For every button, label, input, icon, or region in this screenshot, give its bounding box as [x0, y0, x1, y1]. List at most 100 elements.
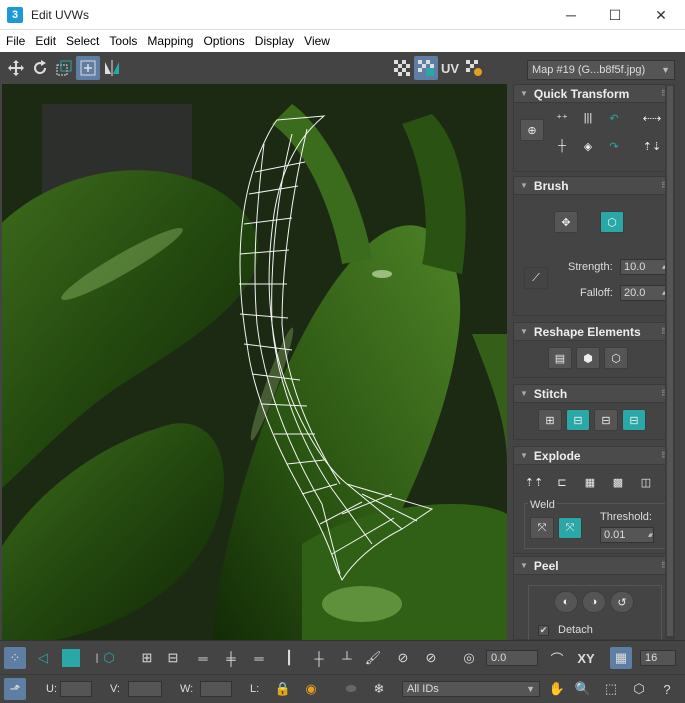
edge-mode-icon[interactable]: ◁	[32, 647, 54, 669]
menu-edit[interactable]: Edit	[31, 34, 60, 48]
paint-shrink-icon[interactable]: ⊘	[420, 647, 442, 669]
grid-snap-icon[interactable]: ▦	[610, 647, 632, 669]
freeze-icon[interactable]: ❄	[368, 678, 390, 700]
relax-brush-icon[interactable]: ⬡	[600, 211, 624, 233]
paint-grow-icon[interactable]: ⊘	[392, 647, 414, 669]
mirror-icon[interactable]	[100, 56, 124, 80]
cube-icon[interactable]: ⬡	[604, 347, 628, 369]
grow-select-icon[interactable]: ⊞	[136, 647, 158, 669]
stitch-average-icon[interactable]: ⊟	[594, 409, 618, 431]
loop-grow-icon[interactable]: ┃	[278, 647, 300, 669]
v-field[interactable]	[128, 681, 162, 697]
weld-selected-icon[interactable]: ⤧	[530, 517, 554, 539]
menu-tools[interactable]: Tools	[105, 34, 141, 48]
loop-x-icon[interactable]: ┴	[336, 647, 358, 669]
pivot-icon[interactable]: ◎	[458, 647, 480, 669]
align-x-icon[interactable]: ┼	[550, 135, 574, 157]
angle-spinner[interactable]: 0.0	[486, 650, 538, 666]
loop-select-icon[interactable]: ═	[248, 647, 270, 669]
map-settings-icon[interactable]	[462, 56, 486, 80]
peel-mode-icon[interactable]: ◑	[582, 591, 606, 613]
strength-spinner[interactable]: 10.0	[620, 259, 668, 275]
minimize-button[interactable]: ─	[548, 0, 594, 30]
peel-reset-icon[interactable]: ↺	[610, 591, 634, 613]
rollout-header[interactable]: ▼ Reshape Elements ⠿	[514, 323, 672, 341]
ring-grow-icon[interactable]: ╪	[220, 647, 242, 669]
zoom-region-icon[interactable]: ⬚	[600, 678, 622, 700]
rotate-ccw-icon[interactable]: ↶	[602, 107, 626, 129]
straighten-icon[interactable]: ▤	[548, 347, 572, 369]
curve-icon[interactable]: ⌒	[546, 647, 568, 669]
detach-edge-icon[interactable]: ⊏	[550, 471, 574, 493]
split-icon[interactable]: ◫	[634, 471, 658, 493]
menu-options[interactable]: Options	[199, 34, 248, 48]
align-horizontal-icon[interactable]: ⁺⁺	[550, 107, 574, 129]
stitch-source-icon[interactable]: ⊟	[622, 409, 646, 431]
checker-icon[interactable]	[390, 56, 414, 80]
maximize-button[interactable]: ☐	[592, 0, 638, 30]
eye-icon[interactable]: ◉	[300, 678, 322, 700]
scale-icon[interactable]	[52, 56, 76, 80]
checker-explode-icon[interactable]: ▩	[606, 471, 630, 493]
rollout-header[interactable]: ▼ Quick Transform ⠿	[514, 85, 672, 103]
checker-active-icon[interactable]	[414, 56, 438, 80]
rollout-header[interactable]: ▼ Stitch ⠿	[514, 385, 672, 403]
rollout-header[interactable]: ▼ Brush ⠿	[514, 177, 672, 195]
close-button[interactable]: ✕	[638, 0, 684, 30]
element-mode-icon[interactable]: ⬡	[98, 647, 120, 669]
loop-shrink-icon[interactable]: ┼	[308, 647, 330, 669]
stitch-target-icon[interactable]: ⊟	[566, 409, 590, 431]
detach-checkbox[interactable]: ✔	[538, 625, 549, 636]
u-label: U:	[46, 683, 57, 695]
stitch-custom-icon[interactable]: ⊞	[538, 409, 562, 431]
lock-icon[interactable]: 🔒	[272, 678, 294, 700]
w-field[interactable]	[200, 681, 232, 697]
brush-line-icon[interactable]: ⟋	[524, 267, 548, 289]
xy-toggle[interactable]: XY	[572, 647, 600, 669]
help-icon[interactable]: ?	[656, 678, 678, 700]
u-field[interactable]	[60, 681, 92, 697]
move-icon[interactable]	[4, 56, 28, 80]
space-vertical-icon[interactable]: ⇡⇣	[640, 135, 664, 157]
vertex-mode-icon[interactable]: ⁘	[4, 647, 26, 669]
grid-spinner[interactable]: 16	[640, 650, 676, 666]
falloff-spinner[interactable]: 20.0	[620, 285, 668, 301]
rollout-header[interactable]: ▼ Explode ⠿	[514, 447, 672, 465]
scrollbar-thumb[interactable]	[667, 86, 673, 636]
zoom-icon[interactable]: 🔍	[572, 678, 594, 700]
paint-move-icon[interactable]: ✥	[554, 211, 578, 233]
flatten-icon[interactable]: ▦	[578, 471, 602, 493]
paint-select-icon[interactable]: 🖌	[362, 647, 384, 669]
zoom-extents-icon[interactable]: ⬡	[628, 678, 650, 700]
modifier-panel: ▼ Quick Transform ⠿ ⊕ ⁺⁺ ||| ↶ ⇠⇢ ┼ ◈ ↷ ⇡⇣…	[510, 84, 685, 640]
ids-select[interactable]: All IDs ▼	[402, 681, 540, 697]
absolute-transform-icon[interactable]: ⬏	[4, 678, 26, 700]
align-center-icon[interactable]: ⊕	[520, 119, 544, 141]
break-icon[interactable]: ⇡⇡	[522, 471, 546, 493]
menu-select[interactable]: Select	[62, 34, 103, 48]
align-vertical-icon[interactable]: |||	[576, 107, 600, 129]
menu-display[interactable]: Display	[251, 34, 298, 48]
shrink-select-icon[interactable]: ⊟	[162, 647, 184, 669]
hide-icon[interactable]: ⬬	[340, 678, 362, 700]
rotate-icon[interactable]	[28, 56, 52, 80]
relax-element-icon[interactable]: ⬢	[576, 347, 600, 369]
uv-toggle[interactable]: UV	[438, 56, 462, 80]
detach-label: Detach	[558, 624, 593, 636]
menu-view[interactable]: View	[300, 34, 334, 48]
rollout-header[interactable]: ▼ Peel ⠿	[514, 557, 672, 575]
uv-viewport[interactable]	[2, 84, 507, 640]
freeform-icon[interactable]	[76, 56, 100, 80]
menu-file[interactable]: File	[2, 34, 29, 48]
align-diamond-icon[interactable]: ◈	[576, 135, 600, 157]
pan-icon[interactable]: ✋	[546, 678, 568, 700]
face-mode-icon[interactable]	[60, 647, 82, 669]
menu-mapping[interactable]: Mapping	[143, 34, 197, 48]
rotate-cw-icon[interactable]: ↷	[602, 135, 626, 157]
map-select[interactable]: Map #19 (G...b8f5f.jpg) ▼	[527, 60, 675, 80]
weld-target-icon[interactable]: ⤧	[558, 517, 582, 539]
ring-select-icon[interactable]: ═	[192, 647, 214, 669]
space-horizontal-icon[interactable]: ⇠⇢	[640, 107, 664, 129]
quick-peel-icon[interactable]: ◐	[554, 591, 578, 613]
threshold-spinner[interactable]: 0.01	[600, 527, 654, 543]
